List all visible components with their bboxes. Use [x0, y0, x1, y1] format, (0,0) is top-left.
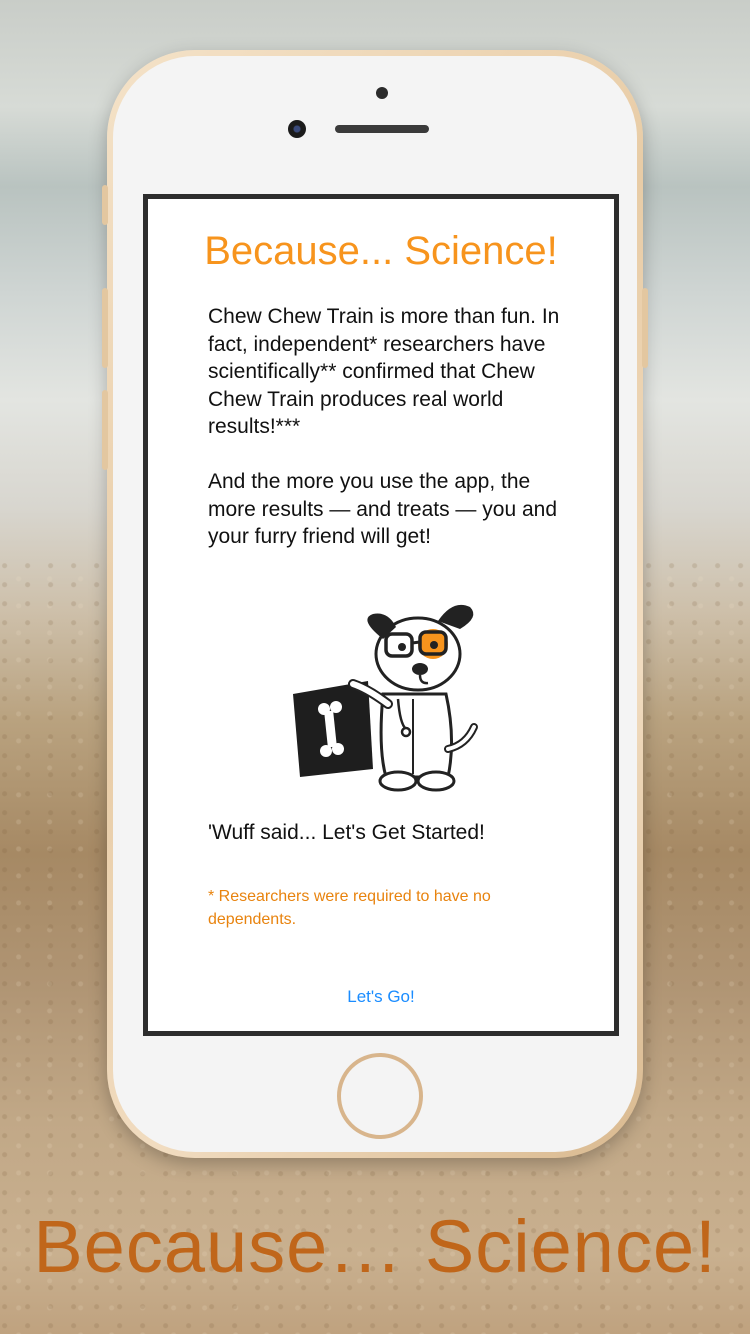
volume-up-button	[102, 288, 108, 368]
scientist-dog-icon	[293, 604, 478, 792]
home-button	[337, 1053, 423, 1139]
page-title: Because... Science!	[204, 229, 558, 273]
power-button	[642, 288, 648, 368]
mute-switch	[102, 185, 108, 225]
phone-screen: Because... Science! Chew Chew Train is m…	[143, 194, 619, 1036]
wuff-said-text: 'Wuff said... Let's Get Started!	[208, 821, 485, 844]
intro-paragraph: Chew Chew Train is more than fun. In fac…	[208, 305, 560, 438]
bone-sign	[293, 681, 373, 777]
earpiece-speaker	[335, 125, 429, 133]
app-content: Because... Science! Chew Chew Train is m…	[148, 199, 614, 1031]
lets-go-button[interactable]: Let's Go!	[148, 987, 614, 1007]
promo-caption: Because… Science!	[33, 1205, 717, 1288]
volume-down-button	[102, 390, 108, 470]
front-camera-icon	[288, 120, 306, 138]
results-paragraph: And the more you use the app, the more r…	[208, 470, 557, 548]
phone-frame: Because... Science! Chew Chew Train is m…	[102, 50, 648, 1158]
proximity-sensor	[376, 87, 388, 99]
footnote-text: * Researchers were required to have no d…	[208, 888, 491, 928]
phone-face: Because... Science! Chew Chew Train is m…	[113, 56, 637, 1152]
